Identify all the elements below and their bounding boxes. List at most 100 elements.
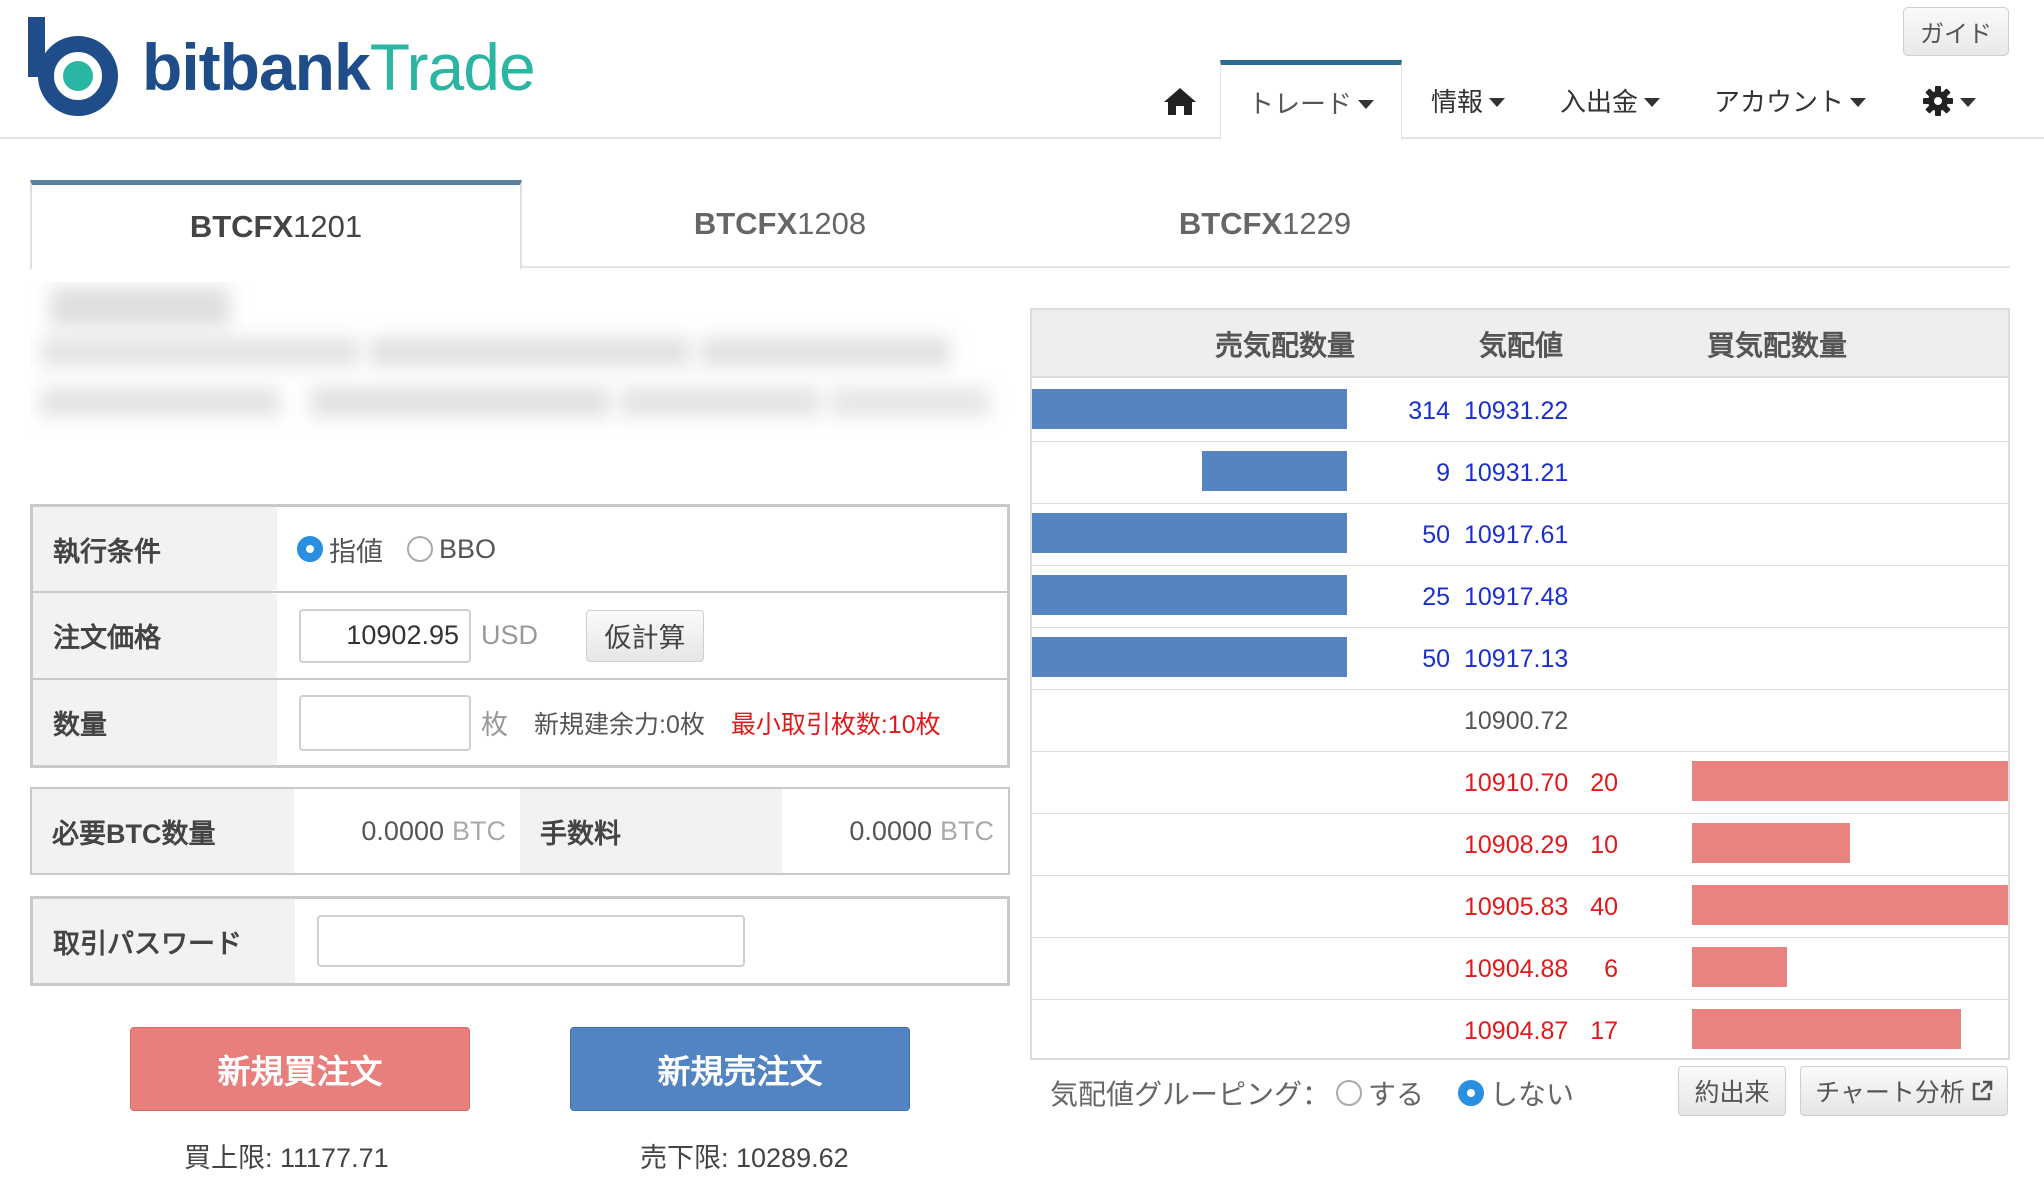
nav-settings[interactable] bbox=[1894, 62, 2004, 139]
ask-price: 10931.22 bbox=[1464, 396, 1569, 425]
fee-value: 0.0000 bbox=[849, 815, 932, 846]
mid-price: 10900.72 bbox=[1464, 706, 1569, 735]
bid-depth-bar bbox=[1692, 823, 1850, 863]
bid-row[interactable]: 10910.70 20 bbox=[1032, 752, 2008, 814]
bid-qty: 10 bbox=[1590, 830, 1618, 859]
nav-account-label: アカウント bbox=[1713, 87, 1844, 117]
chevron-down-icon bbox=[1960, 98, 1976, 107]
price-header: 気配値 bbox=[1479, 330, 1564, 361]
grouping-off-label: しない bbox=[1490, 1079, 1575, 1110]
external-link-icon bbox=[1972, 1080, 1993, 1101]
gear-icon bbox=[1923, 85, 1953, 116]
brand-name: bitbankTrade bbox=[142, 29, 536, 104]
exec-condition-label: 執行条件 bbox=[33, 507, 277, 591]
blurred-info-panel bbox=[30, 282, 1014, 448]
tab-btcfx1208[interactable]: BTCFX 1208 bbox=[550, 180, 1010, 268]
nav-account[interactable]: アカウント bbox=[1686, 62, 1894, 139]
fee-unit: BTC bbox=[940, 815, 994, 846]
nav-info[interactable]: 情報 bbox=[1402, 62, 1534, 139]
chart-analysis-label: チャート分析 bbox=[1815, 1079, 1965, 1107]
bid-row[interactable]: 10904.87 17 bbox=[1032, 1000, 2008, 1062]
ask-row[interactable]: 50 10917.61 bbox=[1032, 504, 2008, 566]
calc-button[interactable]: 仮計算 bbox=[586, 609, 705, 662]
trade-password-input[interactable] bbox=[317, 915, 745, 967]
price-grouping: 気配値グルーピング： する しない bbox=[1050, 1070, 1574, 1116]
ask-depth-bar bbox=[1202, 451, 1347, 491]
quantity-input[interactable] bbox=[299, 694, 471, 751]
grouping-on-radio[interactable] bbox=[1336, 1080, 1363, 1106]
grouping-label: 気配値グルーピング： bbox=[1050, 1079, 1331, 1110]
bid-price: 10910.70 bbox=[1464, 768, 1569, 797]
bid-depth-bar bbox=[1692, 1009, 1961, 1049]
ask-row[interactable]: 314 10931.22 bbox=[1032, 380, 2008, 442]
ask-price: 10917.61 bbox=[1464, 520, 1569, 549]
chevron-down-icon bbox=[1358, 99, 1374, 109]
grouping-on-label: する bbox=[1368, 1079, 1425, 1110]
bid-price: 10904.88 bbox=[1464, 954, 1569, 983]
nav-deposit-label: 入出金 bbox=[1559, 87, 1638, 117]
bid-depth-bar bbox=[1692, 885, 2008, 925]
tab-btcfx1229[interactable]: BTCFX 1229 bbox=[1030, 180, 1500, 268]
chevron-down-icon bbox=[1644, 98, 1660, 107]
contract-tabs: BTCFX 1201 BTCFX 1208 BTCFX 1229 bbox=[30, 180, 2010, 270]
price-unit: USD bbox=[481, 620, 539, 650]
ask-qty: 25 bbox=[1422, 582, 1450, 611]
ask-row[interactable]: 9 10931.21 bbox=[1032, 442, 2008, 504]
fills-button[interactable]: 約出来 bbox=[1678, 1066, 1786, 1116]
order-conditions-table: 執行条件 指値 BBO 注文価格 10902.95 USD 仮計算 数量 枚 新… bbox=[30, 504, 1010, 768]
nav-trade[interactable]: トレード bbox=[1220, 60, 1402, 141]
new-buy-order-button[interactable]: 新規買注文 bbox=[130, 1027, 470, 1111]
new-sell-order-button[interactable]: 新規売注文 bbox=[570, 1027, 910, 1111]
nav-trade-label: トレード bbox=[1247, 88, 1352, 119]
bid-row[interactable]: 10905.83 40 bbox=[1032, 876, 2008, 938]
order-book: 売気配数量 気配値 買気配数量 314 10931.22 9 10931.21 50 10… bbox=[1030, 308, 2010, 1060]
nav-home[interactable] bbox=[1140, 62, 1220, 139]
ask-qty: 314 bbox=[1408, 396, 1450, 425]
exec-bbo-radio[interactable] bbox=[407, 536, 433, 562]
bid-row[interactable]: 10908.29 10 bbox=[1032, 814, 2008, 876]
chevron-down-icon bbox=[1489, 98, 1505, 107]
bid-row[interactable]: 10904.88 6 bbox=[1032, 938, 2008, 1000]
nav-info-label: 情報 bbox=[1430, 87, 1483, 117]
price-input[interactable]: 10902.95 bbox=[299, 608, 471, 663]
ask-row[interactable]: 25 10917.48 bbox=[1032, 566, 2008, 628]
bid-qty-header: 買気配数量 bbox=[1707, 330, 1848, 361]
required-btc-unit: BTC bbox=[452, 815, 506, 846]
exec-limit-label: 指値 bbox=[329, 536, 383, 567]
required-btc-label: 必要BTC数量 bbox=[32, 789, 294, 873]
bid-depth-bar bbox=[1692, 761, 2008, 801]
buy-limit-text: 買上限: 11177.71 bbox=[184, 1143, 389, 1173]
chevron-down-icon bbox=[1850, 98, 1866, 107]
trade-password-label: 取引パスワード bbox=[33, 899, 295, 983]
bid-qty: 17 bbox=[1590, 1016, 1618, 1045]
bitbank-logo-icon bbox=[28, 17, 118, 116]
brand-logo[interactable]: bitbankTrade bbox=[28, 17, 536, 116]
ask-qty: 9 bbox=[1436, 458, 1450, 487]
ask-row[interactable]: 50 10917.13 bbox=[1032, 628, 2008, 690]
ask-depth-bar bbox=[1032, 575, 1347, 615]
bid-price: 10905.83 bbox=[1464, 892, 1569, 921]
nav-deposit-withdraw[interactable]: 入出金 bbox=[1534, 62, 1686, 139]
fee-label: 手数料 bbox=[520, 789, 782, 873]
chart-analysis-button[interactable]: チャート分析 bbox=[1800, 1066, 2008, 1116]
ask-depth-bar bbox=[1032, 513, 1347, 553]
tab-btcfx1201[interactable]: BTCFX 1201 bbox=[30, 180, 522, 270]
order-book-header: 売気配数量 気配値 買気配数量 bbox=[1032, 310, 2008, 378]
exec-limit-radio[interactable] bbox=[297, 536, 323, 562]
ask-qty: 50 bbox=[1422, 644, 1450, 673]
grouping-off-radio[interactable] bbox=[1458, 1080, 1485, 1106]
quantity-label: 数量 bbox=[33, 680, 277, 765]
price-label: 注文価格 bbox=[33, 593, 277, 678]
quantity-unit: 枚 bbox=[481, 710, 508, 740]
password-table: 取引パスワード bbox=[30, 896, 1010, 986]
bid-price: 10904.87 bbox=[1464, 1016, 1569, 1045]
ask-qty: 50 bbox=[1422, 520, 1450, 549]
ask-depth-bar bbox=[1032, 389, 1347, 429]
min-lot-text: 最小取引枚数:10枚 bbox=[730, 710, 941, 739]
exec-bbo-label: BBO bbox=[439, 533, 497, 564]
cost-table: 必要BTC数量 0.0000 BTC 手数料 0.0000 BTC bbox=[30, 787, 1010, 875]
bid-price: 10908.29 bbox=[1464, 830, 1569, 859]
ask-price: 10917.13 bbox=[1464, 644, 1569, 673]
guide-button[interactable]: ガイド bbox=[1903, 7, 2009, 56]
ask-price: 10917.48 bbox=[1464, 582, 1569, 611]
